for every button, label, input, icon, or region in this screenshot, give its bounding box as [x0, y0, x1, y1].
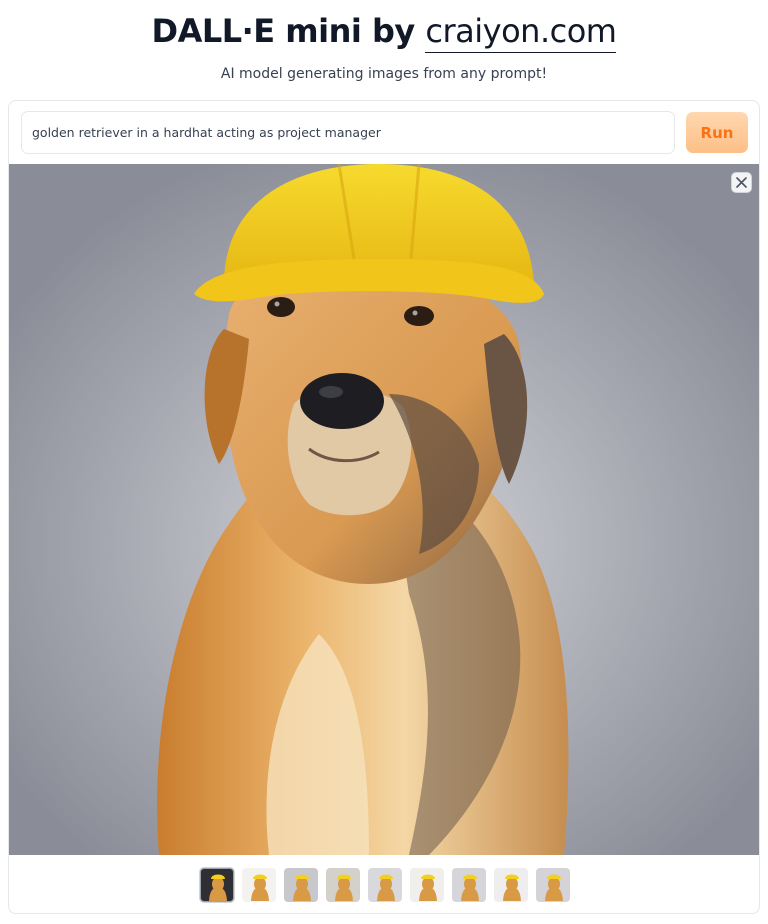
thumbnail-5[interactable]: [368, 868, 402, 902]
thumbnail-2[interactable]: [242, 868, 276, 902]
thumbnail-gallery: [9, 855, 759, 913]
thumbnail-1[interactable]: [200, 868, 234, 902]
page-subtitle: AI model generating images from any prom…: [220, 66, 548, 82]
thumbnail-image: [251, 874, 269, 901]
generated-image-view: [9, 164, 759, 855]
generated-image: [9, 164, 759, 855]
thumbnail-image: [335, 874, 353, 901]
thumbnail-7[interactable]: [452, 868, 486, 902]
thumbnail-9[interactable]: [536, 868, 570, 902]
close-image-button[interactable]: [731, 172, 752, 193]
close-icon: [736, 177, 747, 188]
thumbnail-6[interactable]: [410, 868, 444, 902]
thumbnail-image: [293, 874, 311, 901]
thumbnail-3[interactable]: [284, 868, 318, 902]
thumbnail-image: [503, 874, 521, 901]
thumbnail-4[interactable]: [326, 868, 360, 902]
thumbnail-image: [461, 874, 479, 901]
thumbnail-image: [209, 874, 227, 901]
run-button[interactable]: Run: [686, 112, 748, 153]
craiyon-link[interactable]: craiyon.com: [425, 12, 617, 53]
prompt-input[interactable]: [21, 111, 675, 154]
title-prefix: DALL·E mini by: [151, 12, 426, 50]
thumbnail-image: [419, 874, 437, 901]
thumbnail-image: [377, 874, 395, 901]
page-title: DALL·E mini by craiyon.com: [0, 12, 768, 53]
thumbnail-8[interactable]: [494, 868, 528, 902]
generator-panel: Run: [8, 100, 760, 914]
thumbnail-image: [545, 874, 563, 901]
